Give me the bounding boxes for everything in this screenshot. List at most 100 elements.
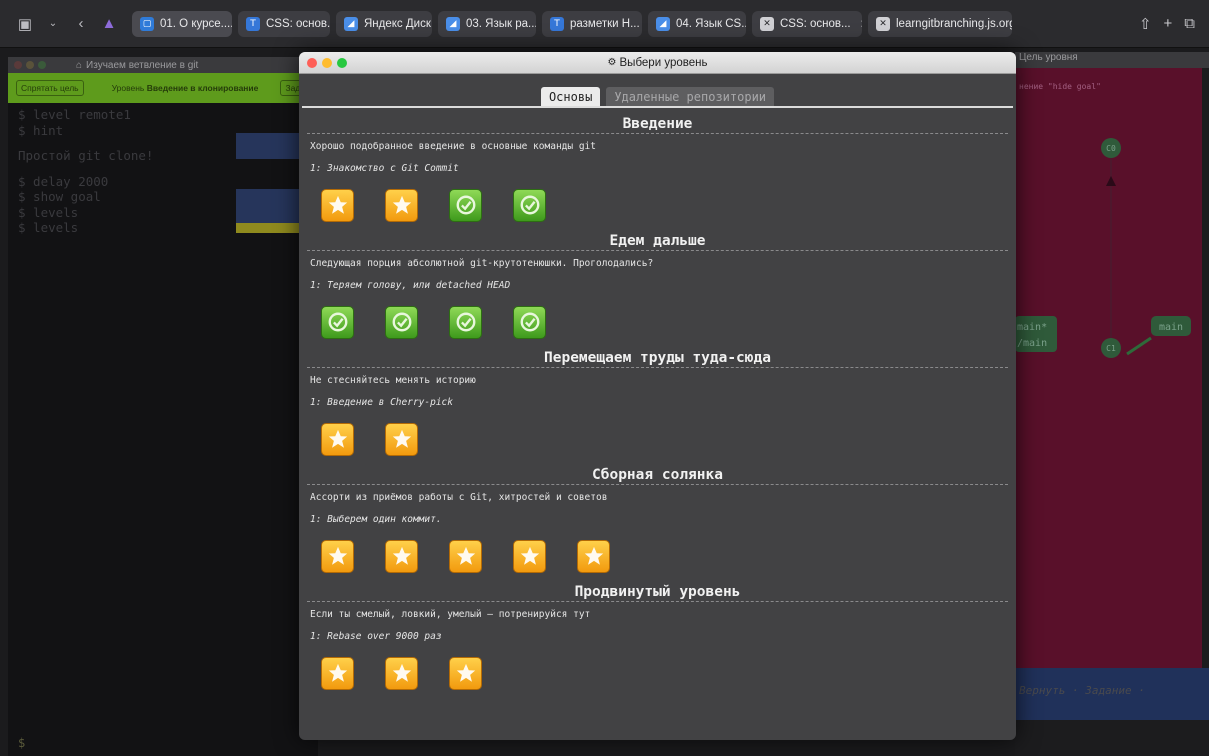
- close-button[interactable]: [307, 58, 317, 68]
- star-icon: [327, 194, 349, 216]
- level-star-button[interactable]: [321, 422, 354, 456]
- browser-tab-label: 03. Язык ра...: [466, 17, 536, 30]
- star-icon: [455, 662, 477, 684]
- level-star-button[interactable]: [449, 656, 482, 690]
- left-app-window: ⌂ Изучаем ветвление в git Спрятать цель …: [8, 57, 318, 756]
- minimize-button[interactable]: [322, 58, 332, 68]
- section-first-level: 1: Теряем голову, или detached HEAD: [310, 280, 511, 291]
- section-heading: Перемещаем труды туда-сюда: [307, 348, 1008, 368]
- modal-title: Выбери уровень: [619, 56, 708, 69]
- browser-tab[interactable]: ▢ 01. О курсе....: [132, 10, 232, 37]
- disk-icon: ◢: [446, 16, 460, 31]
- close-dot[interactable]: [14, 61, 22, 69]
- browser-tab-label: learngitbranching.js.org: [896, 17, 1012, 30]
- sidebar-icon[interactable]: ▣: [14, 15, 36, 33]
- star-icon: [583, 545, 605, 567]
- level-icons: [299, 647, 1016, 699]
- section-description: Следующая порция абсолютной git-крутотен…: [310, 258, 654, 269]
- browser-toolbar: ▣ ⌄ ‹ ▲ ▢ 01. О курсе.... T CSS: основ... ◢ Я…: [0, 0, 1209, 48]
- graph-arrow: [1106, 176, 1116, 186]
- branch-main-label: main: [1159, 322, 1183, 333]
- section-heading: Сборная солянка: [307, 465, 1008, 485]
- terminal-prompt[interactable]: $: [18, 736, 25, 750]
- browser-tab-label: CSS: основ...: [780, 17, 851, 30]
- browser-tab[interactable]: ◢ Яндекс Диск: [336, 10, 432, 37]
- browser-tab[interactable]: T CSS: основ...: [238, 10, 330, 37]
- tab-basics[interactable]: Основы: [540, 87, 601, 106]
- browser-tab-label: разметки Н...: [570, 17, 640, 30]
- star-icon: [327, 428, 349, 450]
- browser-tab[interactable]: ◢ 03. Язык ра...: [438, 10, 536, 37]
- level-section: Сборная солянка Ассорти из приёмов работы…: [299, 465, 1016, 582]
- level-star-button[interactable]: [385, 656, 418, 690]
- level-star-button[interactable]: [385, 188, 418, 222]
- level-star-button[interactable]: [513, 539, 546, 573]
- level-completed-button[interactable]: [449, 305, 482, 339]
- browser-tab[interactable]: ◢ 04. Язык CS...: [648, 10, 746, 37]
- disk-icon: ◢: [344, 16, 358, 31]
- section-heading: Едем дальше: [307, 231, 1008, 251]
- home-icon: ⌂: [76, 59, 83, 71]
- new-tab-icon[interactable]: +: [1164, 15, 1173, 33]
- checkmark-icon: [391, 311, 413, 333]
- level-completed-button[interactable]: [321, 305, 354, 339]
- section-description: Ассорти из приёмов работы с Git, хитрост…: [310, 492, 608, 503]
- terminal-line: $ delay 2000: [18, 173, 109, 189]
- back-icon[interactable]: ‹: [70, 15, 92, 32]
- level-star-button[interactable]: [321, 656, 354, 690]
- goal-title: Цель уровня: [1015, 52, 1209, 68]
- star-icon: [391, 194, 413, 216]
- share-icon[interactable]: ⇧: [1139, 15, 1152, 33]
- browser-tab[interactable]: ✕ CSS: основ...:S...: [752, 10, 862, 37]
- level-star-button[interactable]: [577, 539, 610, 573]
- x-icon: ✕: [876, 16, 890, 31]
- level-completed-button[interactable]: [385, 305, 418, 339]
- level-star-button[interactable]: [449, 539, 482, 573]
- star-icon: [391, 662, 413, 684]
- star-icon: [327, 545, 349, 567]
- tab-strip: ▢ 01. О курсе.... T CSS: основ... ◢ Яндекс Ди…: [132, 10, 1012, 37]
- graph-edge: [1126, 336, 1152, 356]
- zoom-button[interactable]: [337, 58, 347, 68]
- checkmark-icon: [519, 194, 541, 216]
- section-first-level: 1: Введение в Cherry-pick: [310, 397, 453, 408]
- section-first-level: 1: Знакомство с Git Commit: [310, 163, 459, 174]
- browser-tab-label: CSS: основ...: [266, 17, 330, 30]
- level-icons: [299, 530, 1016, 582]
- level-section: Едем дальше Следующая порция абсолютной g…: [299, 231, 1016, 348]
- minimize-dot[interactable]: [26, 61, 34, 69]
- hide-goal-button[interactable]: Спрятать цель: [16, 80, 84, 96]
- level-completed-button[interactable]: [449, 188, 482, 222]
- level-section: Введение Хорошо подобранное введение в ос…: [299, 114, 1016, 231]
- browser-tab-label: 01. О курсе....: [160, 17, 232, 30]
- left-window-title: Изучаем ветвление в git: [86, 59, 199, 71]
- level-star-button[interactable]: [321, 188, 354, 222]
- star-icon: [391, 428, 413, 450]
- section-heading: Введение: [307, 114, 1008, 134]
- terminal-line: $ level remote1: [18, 107, 131, 122]
- chevron-down-icon[interactable]: ⌄: [42, 18, 64, 29]
- level-completed-button[interactable]: [513, 188, 546, 222]
- commands-bar[interactable]: Вернуть · Задание ·: [1019, 684, 1145, 697]
- level-sections: Введение Хорошо подобранное введение в ос…: [299, 108, 1016, 699]
- level-section: Перемещаем труды туда-сюда Не стесняйтесь…: [299, 348, 1016, 465]
- browser-tab[interactable]: ✕learngitbranching.js.org↻: [868, 10, 1012, 37]
- browser-tab[interactable]: Tразметки Н...: [542, 10, 642, 37]
- level-star-button[interactable]: [385, 422, 418, 456]
- tab-group-icon[interactable]: ▲: [98, 15, 120, 32]
- star-icon: [327, 662, 349, 684]
- level-star-button[interactable]: [321, 539, 354, 573]
- goal-hint: нение "hide goal": [1019, 82, 1101, 91]
- section-first-level: 1: Выберем один коммит.: [310, 514, 442, 525]
- star-icon: [519, 545, 541, 567]
- level-completed-button[interactable]: [513, 305, 546, 339]
- star-icon: [455, 545, 477, 567]
- level-star-button[interactable]: [385, 539, 418, 573]
- level-info: Уровень Введение в клонирование: [111, 83, 259, 93]
- star-icon: [391, 545, 413, 567]
- tab-remote[interactable]: Удаленные репозитории: [606, 87, 775, 106]
- x-icon: ✕: [760, 16, 774, 31]
- zoom-dot[interactable]: [38, 61, 46, 69]
- tab-overview-icon[interactable]: ⧉: [1184, 15, 1195, 33]
- commit-c1-label: C1: [1106, 344, 1116, 353]
